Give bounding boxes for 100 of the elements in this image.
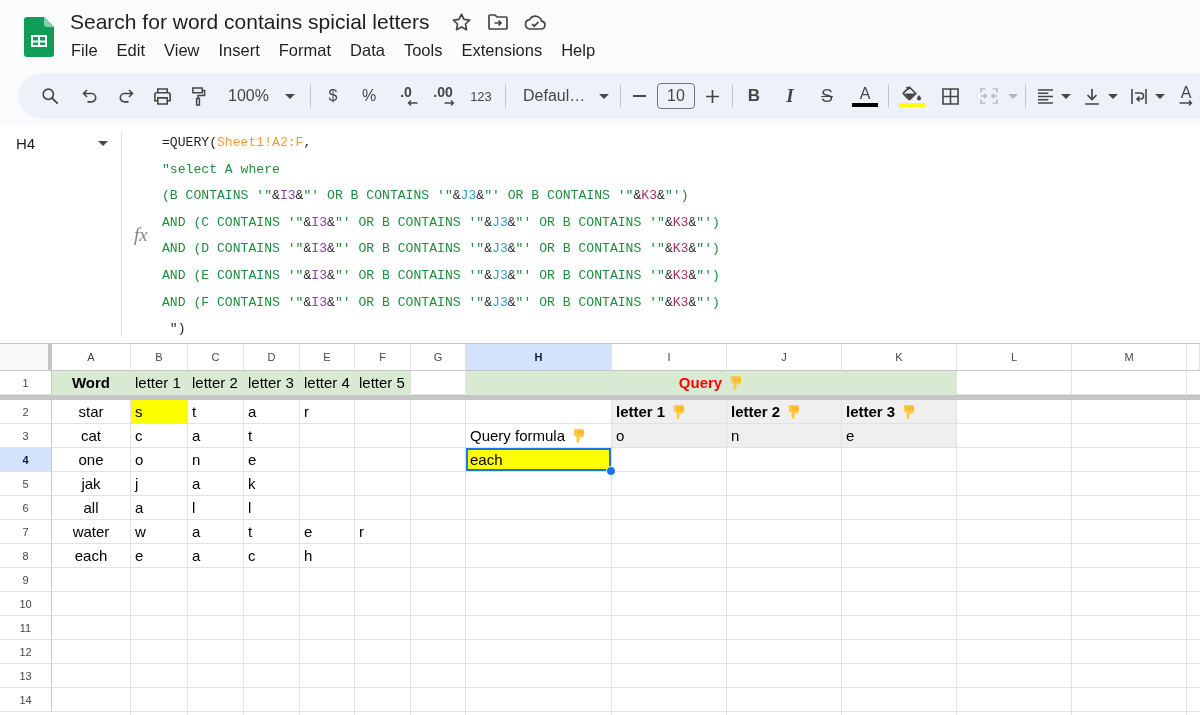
table-cell[interactable]: jak — [52, 472, 131, 496]
formula-line[interactable]: "select A where — [162, 156, 720, 184]
table-cell[interactable]: w — [131, 520, 188, 544]
spreadsheet-logo-icon[interactable] — [24, 17, 54, 57]
menu-item[interactable]: Extensions — [451, 38, 552, 62]
table-cell[interactable]: a — [188, 544, 244, 568]
column-header[interactable]: J — [727, 344, 842, 371]
table-cell[interactable]: t — [188, 400, 244, 424]
cell-grid[interactable] — [0, 371, 1200, 715]
table-cell[interactable]: l — [244, 496, 300, 520]
column-header[interactable]: E — [300, 344, 355, 371]
italic-button[interactable]: I — [772, 78, 808, 114]
decrease-decimals-button[interactable]: .0 — [388, 78, 424, 114]
table-cell[interactable]: a — [244, 400, 300, 424]
strikethrough-button[interactable]: S — [809, 78, 845, 114]
menu-item[interactable]: File — [61, 38, 108, 62]
column-header[interactable]: I — [612, 344, 727, 371]
column-header[interactable]: B — [131, 344, 188, 371]
table-cell[interactable]: a — [188, 424, 244, 448]
table-cell[interactable]: letter 3 — [842, 400, 957, 424]
table-cell[interactable]: letter 2 — [727, 400, 842, 424]
table-cell[interactable]: j — [131, 472, 188, 496]
table-cell[interactable]: r — [355, 520, 411, 544]
column-header[interactable]: D — [244, 344, 300, 371]
table-cell[interactable]: n — [727, 424, 842, 448]
table-cell[interactable]: Word — [52, 371, 131, 395]
table-cell[interactable]: o — [612, 424, 727, 448]
column-header[interactable]: G — [411, 344, 466, 371]
table-cell[interactable]: e — [131, 544, 188, 568]
column-header[interactable]: C — [188, 344, 244, 371]
minus-icon[interactable] — [632, 95, 646, 97]
menu-item[interactable]: Help — [551, 38, 605, 62]
table-cell[interactable]: one — [52, 448, 131, 472]
menu-item[interactable]: Data — [340, 38, 395, 62]
table-cell[interactable]: l — [188, 496, 244, 520]
formula-line[interactable]: ") — [162, 316, 720, 343]
text-rotation-button[interactable]: A — [1172, 78, 1200, 114]
column-header[interactable]: L — [957, 344, 1072, 371]
table-cell[interactable]: letter 1 — [612, 400, 727, 424]
column-header[interactable]: A — [52, 344, 131, 371]
formula-line[interactable]: AND (D CONTAINS '"&I3&"' OR B CONTAINS '"&J3&"' OR B CONTAINS '"&K3&"') — [162, 236, 720, 263]
borders-icon[interactable] — [941, 87, 959, 105]
zoom-dropdown[interactable]: 100% — [218, 78, 300, 114]
table-cell[interactable]: letter 2 — [188, 371, 244, 395]
redo-icon[interactable] — [118, 89, 134, 103]
document-title[interactable]: Search for word contains spicial letters — [70, 8, 430, 36]
font-dropdown[interactable]: Defaul… — [514, 78, 614, 114]
undo-icon[interactable] — [81, 89, 97, 103]
table-cell[interactable]: c — [131, 424, 188, 448]
table-cell[interactable]: a — [188, 472, 244, 496]
table-cell[interactable]: n — [188, 448, 244, 472]
table-cell[interactable]: cat — [52, 424, 131, 448]
increase-decimals-button[interactable]: .00 — [425, 78, 461, 114]
formula-line[interactable]: AND (E CONTAINS '"&I3&"' OR B CONTAINS '"&J3&"' OR B CONTAINS '"&K3&"') — [162, 262, 720, 290]
table-cell[interactable]: each — [52, 544, 131, 568]
cloud-check-icon[interactable] — [523, 14, 546, 30]
menu-item[interactable]: View — [154, 38, 209, 62]
menu-item[interactable]: Tools — [394, 38, 452, 62]
table-cell[interactable]: all — [52, 496, 131, 520]
column-header[interactable]: F — [355, 344, 411, 371]
table-cell[interactable]: c — [244, 544, 300, 568]
paint-roller-icon[interactable] — [190, 86, 206, 106]
menu-item[interactable]: Edit — [107, 38, 155, 62]
formula-line[interactable]: =QUERY(Sheet1!A2:F, — [162, 130, 720, 157]
table-cell[interactable]: letter 4 — [300, 371, 355, 395]
menu-item[interactable]: Format — [269, 38, 341, 62]
table-cell[interactable]: e — [842, 424, 957, 448]
print-icon[interactable] — [152, 87, 172, 105]
table-cell[interactable]: a — [131, 496, 188, 520]
table-cell[interactable]: e — [300, 520, 355, 544]
fill-handle[interactable] — [606, 466, 616, 476]
formula-line[interactable]: AND (F CONTAINS '"&I3&"' OR B CONTAINS '"&J3&"' OR B CONTAINS '"&K3&"') — [162, 289, 720, 317]
table-cell[interactable]: letter 3 — [244, 371, 300, 395]
table-cell[interactable]: k — [244, 472, 300, 496]
row-header[interactable]: 4 — [0, 448, 52, 472]
name-box[interactable]: H4 — [0, 126, 121, 157]
table-cell[interactable]: letter 5 — [355, 371, 411, 395]
text-color-button[interactable]: A — [847, 78, 883, 114]
table-cell[interactable]: r — [300, 400, 355, 424]
formula-line[interactable]: (B CONTAINS '"&I3&"' OR B CONTAINS '"&J3&"' OR B CONTAINS '"&K3&"') — [162, 183, 720, 210]
table-cell[interactable]: t — [244, 520, 300, 544]
table-cell[interactable]: letter 1 — [131, 371, 188, 395]
table-cell[interactable]: t — [244, 424, 300, 448]
font-size-field[interactable]: 10 — [657, 83, 695, 109]
bold-button[interactable]: B — [736, 78, 772, 114]
column-header[interactable]: K — [842, 344, 957, 371]
formula-line[interactable]: AND (C CONTAINS '"&I3&"' OR B CONTAINS '"&J3&"' OR B CONTAINS '"&K3&"') — [162, 209, 720, 237]
folder-arrow-icon[interactable] — [487, 14, 508, 30]
search-icon[interactable] — [42, 88, 58, 104]
menu-item[interactable]: Insert — [209, 38, 270, 62]
percent-button[interactable]: % — [351, 78, 387, 114]
table-cell[interactable]: a — [188, 520, 244, 544]
table-cell[interactable]: h — [300, 544, 355, 568]
star-icon[interactable] — [451, 13, 471, 31]
table-cell[interactable]: water — [52, 520, 131, 544]
plus-icon[interactable] — [705, 89, 719, 103]
table-cell[interactable]: e — [244, 448, 300, 472]
number-format-button[interactable]: 123 — [462, 78, 500, 114]
table-cell[interactable]: s — [131, 400, 188, 424]
table-cell[interactable]: o — [131, 448, 188, 472]
